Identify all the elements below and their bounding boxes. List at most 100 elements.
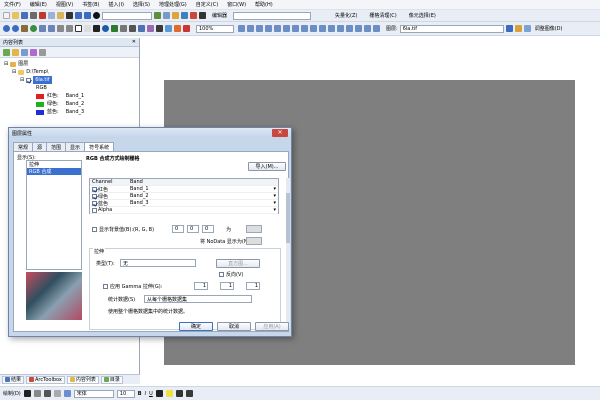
- histogram-button[interactable]: 直方图...: [216, 259, 260, 268]
- menu-item[interactable]: 选择(S): [133, 1, 150, 8]
- editor-target-combo[interactable]: [233, 11, 312, 20]
- scrollbar-thumb[interactable]: [286, 193, 290, 243]
- bg-color-picker[interactable]: [246, 225, 262, 233]
- arctoolbox-icon[interactable]: [190, 12, 197, 19]
- apply-button[interactable]: 应用(A): [255, 322, 289, 331]
- toc-options-icon[interactable]: [39, 48, 46, 56]
- georef-flip-icon[interactable]: [274, 25, 281, 32]
- table-row[interactable]: Alpha ▾: [90, 207, 278, 214]
- save-icon[interactable]: [21, 12, 28, 19]
- dock-tab[interactable]: 目录: [100, 375, 123, 384]
- edit-vertices-icon[interactable]: [63, 390, 71, 397]
- zoom-out-icon[interactable]: [12, 25, 19, 32]
- band-cell[interactable]: Band_1 ▾: [130, 186, 278, 192]
- georef-view-icon[interactable]: [337, 25, 344, 32]
- georef-rectify-icon[interactable]: [310, 25, 317, 32]
- gamma-g-input[interactable]: 1: [220, 282, 234, 290]
- close-icon[interactable]: ✕: [132, 39, 136, 45]
- fixed-zoom-out-icon[interactable]: [48, 25, 55, 32]
- open-icon[interactable]: [12, 12, 19, 19]
- python-icon[interactable]: [199, 12, 206, 19]
- chevron-down-icon[interactable]: ▾: [273, 207, 276, 213]
- viewer-window-icon[interactable]: [174, 25, 181, 32]
- editor-menu[interactable]: 编辑器: [212, 12, 227, 19]
- cut-icon[interactable]: [39, 12, 46, 19]
- line-color-icon[interactable]: [175, 390, 183, 397]
- georef-delete-icon[interactable]: [355, 25, 362, 32]
- font-size-combo[interactable]: 10: [116, 389, 135, 398]
- chevron-down-icon[interactable]: ▾: [273, 186, 276, 192]
- nodata-color-picker[interactable]: [246, 237, 262, 245]
- layer-view-icon[interactable]: [523, 25, 531, 32]
- channel-checkbox[interactable]: [92, 207, 97, 213]
- scale-combo[interactable]: [102, 11, 152, 20]
- print-icon[interactable]: [30, 12, 37, 19]
- next-extent-icon[interactable]: [66, 25, 73, 32]
- toc-folder[interactable]: ⊟ D:\Temp\: [4, 68, 135, 76]
- menu-item[interactable]: 编辑(E): [30, 1, 47, 8]
- raster-cleanup-menu[interactable]: 栅格清理(C): [369, 12, 396, 19]
- georef-auto-icon[interactable]: [364, 25, 371, 32]
- search-window-icon[interactable]: [181, 12, 188, 19]
- georef-fit-icon[interactable]: [238, 25, 245, 32]
- redo-icon[interactable]: [84, 12, 91, 19]
- italic-icon[interactable]: I: [145, 391, 146, 397]
- show-background-checkbox[interactable]: [92, 227, 97, 232]
- georef-rotate-icon[interactable]: [247, 25, 254, 32]
- undo-icon[interactable]: [75, 12, 82, 19]
- font-color-icon[interactable]: [155, 390, 163, 397]
- clear-selection-icon[interactable]: [84, 25, 91, 32]
- layer-options-icon[interactable]: [505, 25, 513, 32]
- layer-edit-icon[interactable]: [514, 25, 522, 32]
- stretch-type-combo[interactable]: 无: [120, 259, 196, 267]
- editor-toolbar-icon[interactable]: [154, 12, 161, 19]
- vectorize-menu[interactable]: 矢量化(Z): [335, 12, 357, 19]
- georef-reset-icon[interactable]: [319, 25, 326, 32]
- measure-icon[interactable]: [129, 25, 136, 32]
- georef-select-icon[interactable]: [346, 25, 353, 32]
- bg-g-input[interactable]: 0: [187, 225, 199, 233]
- zoom-combo[interactable]: 100%: [196, 24, 234, 33]
- underline-icon[interactable]: U: [149, 391, 153, 397]
- marker-color-icon[interactable]: [185, 390, 193, 397]
- georef-shift-icon[interactable]: [256, 25, 263, 32]
- menu-item[interactable]: 文件(F): [4, 1, 21, 8]
- add-data-icon[interactable]: [93, 12, 100, 19]
- stats-combo[interactable]: 从每个栅格数据集: [144, 295, 252, 303]
- ok-button[interactable]: 确定: [179, 322, 213, 331]
- dock-tab[interactable]: 结果: [2, 375, 25, 384]
- chevron-down-icon[interactable]: ▾: [273, 193, 276, 199]
- dock-tab[interactable]: 内容列表: [66, 375, 99, 384]
- band-cell[interactable]: Band_3 ▾: [130, 200, 278, 206]
- copy-icon[interactable]: [48, 12, 55, 19]
- list-by-source-icon[interactable]: [12, 48, 19, 56]
- goto-xy-icon[interactable]: [156, 25, 163, 32]
- hyperlink-icon[interactable]: [111, 25, 118, 32]
- georef-options-icon[interactable]: [373, 25, 380, 32]
- paste-icon[interactable]: [57, 12, 64, 19]
- panel-scrollbar[interactable]: [286, 178, 290, 328]
- show-list-item[interactable]: 拉伸: [27, 161, 81, 168]
- georef-scale-icon[interactable]: [265, 25, 272, 32]
- select-arrow-icon[interactable]: [23, 390, 31, 397]
- channel-checkbox[interactable]: [92, 193, 97, 199]
- toc-window-icon[interactable]: [163, 12, 170, 19]
- menu-item[interactable]: 地理处理(G): [159, 1, 187, 8]
- rectangle-icon[interactable]: [43, 390, 51, 397]
- cell-select-menu[interactable]: 像元选择(E): [409, 12, 436, 19]
- bg-r-input[interactable]: 0: [172, 225, 184, 233]
- list-by-visibility-icon[interactable]: [21, 48, 28, 56]
- adjust-image-menu[interactable]: 调整图像(D): [535, 25, 563, 32]
- select-features-icon[interactable]: [75, 25, 82, 32]
- layer-visibility-checkbox[interactable]: [26, 77, 32, 83]
- menu-item[interactable]: 自定义(C): [196, 1, 218, 8]
- rotate-icon[interactable]: [33, 390, 41, 397]
- georef-table-icon[interactable]: [292, 25, 299, 32]
- collapse-icon[interactable]: ⊟: [12, 68, 16, 76]
- delete-icon[interactable]: [66, 12, 73, 19]
- find-icon[interactable]: [138, 25, 145, 32]
- list-by-selection-icon[interactable]: [30, 48, 37, 56]
- band-cell[interactable]: ▾: [130, 207, 278, 213]
- channel-checkbox[interactable]: [92, 186, 97, 192]
- pan-icon[interactable]: [21, 25, 28, 32]
